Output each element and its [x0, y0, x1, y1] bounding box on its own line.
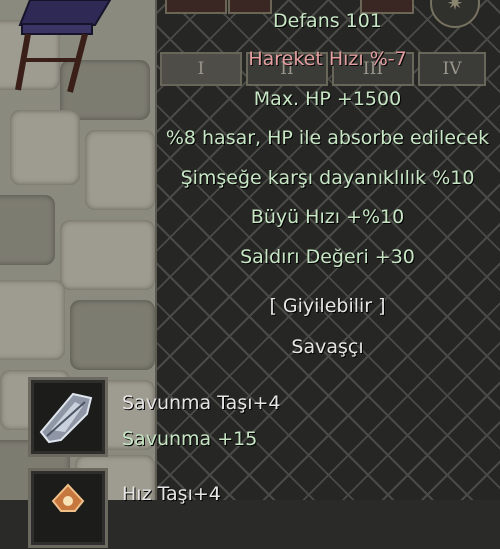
class-label: Savaşçı: [291, 336, 364, 358]
socket-1-name: Savunma Taşı+4: [122, 392, 281, 414]
stat-attack-value: Saldırı Değeri +30: [240, 246, 415, 268]
stat-lightning-resistance: Şimşeğe karşı dayanıklılık %10: [180, 167, 475, 189]
stat-hp-absorb: %8 hasar, HP ile absorbe edilecek: [165, 127, 490, 149]
wearable-label: [ Giyilebilir ]: [269, 295, 386, 317]
defense-stone-icon: [39, 392, 93, 444]
stat-defense: Defans 101: [273, 10, 382, 32]
socket-2-name: Hız Taşı+4: [122, 483, 221, 505]
stat-move-speed: Hareket Hızı %-7: [248, 48, 407, 70]
socket-slot-2: [28, 468, 108, 548]
socket-1-bonus: Savunma +15: [122, 428, 258, 450]
stat-cast-speed: Büyü Hızı +%10: [250, 206, 405, 228]
socket-slot-1: [28, 377, 108, 457]
stat-max-hp: Max. HP +1500: [253, 88, 402, 110]
speed-stone-icon: [51, 483, 85, 512]
chair-object: [15, 0, 112, 93]
